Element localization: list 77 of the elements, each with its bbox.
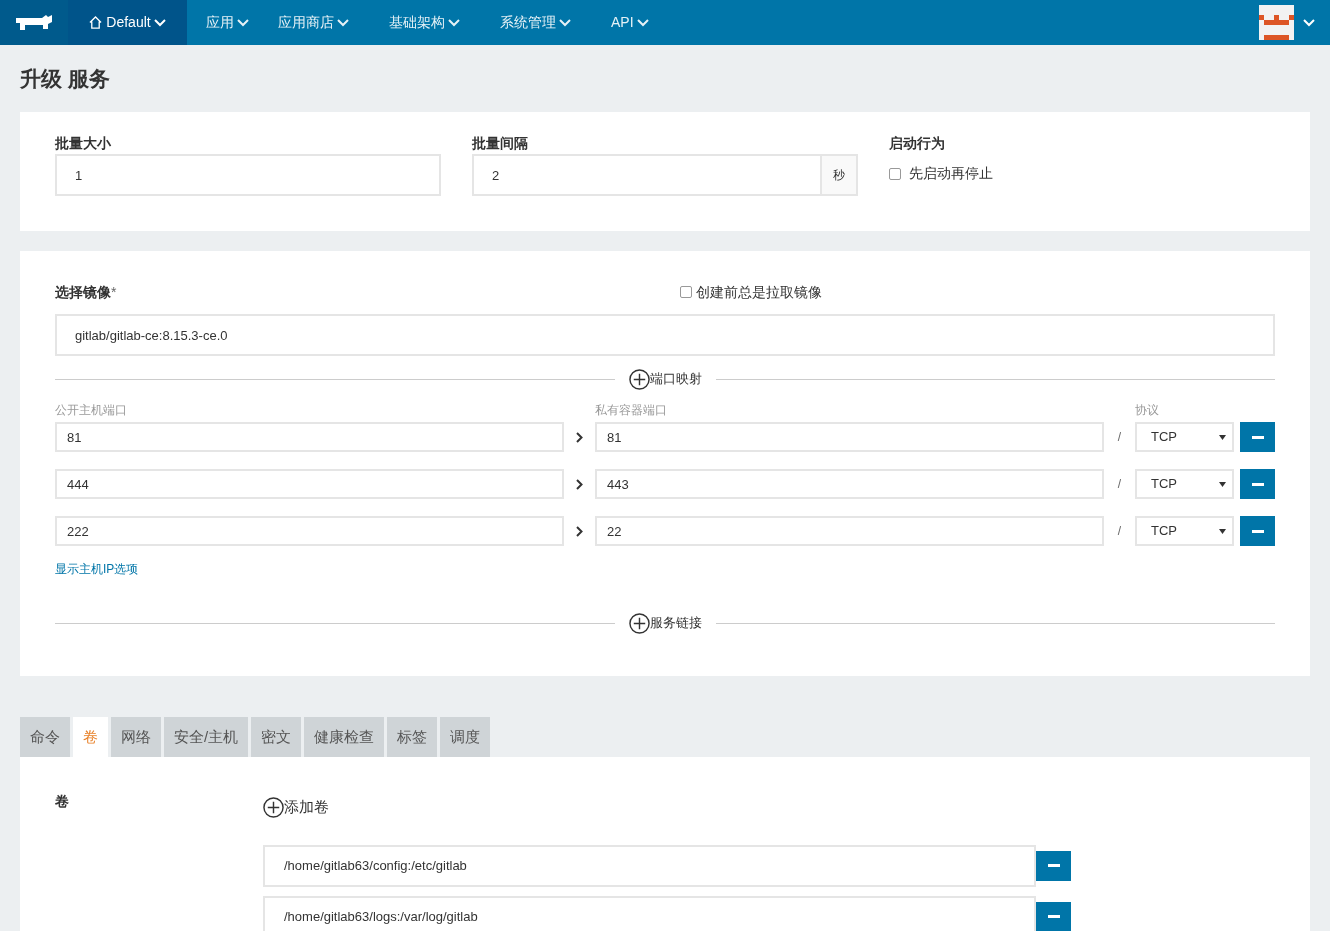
field-label: 选择镜像* xyxy=(55,283,117,300)
checkbox-label: 先启动再停止 xyxy=(909,164,993,183)
chevron-down-icon xyxy=(1303,18,1315,27)
nav-menu-item[interactable]: API xyxy=(611,12,649,33)
host-ip-options-link[interactable]: 显示主机IP选项 xyxy=(55,560,139,578)
nav-menu-item[interactable]: 系统管理 xyxy=(500,12,571,33)
minus-icon xyxy=(1251,529,1264,533)
remove-button[interactable] xyxy=(1240,516,1275,546)
tab[interactable]: 标签 xyxy=(387,717,438,757)
minus-icon xyxy=(1047,915,1060,918)
logo-icon[interactable] xyxy=(0,0,68,45)
tab[interactable]: 安全/主机 xyxy=(164,717,249,757)
column-header: 协议 xyxy=(1135,402,1159,417)
nav-menu-item[interactable]: 基础架构 xyxy=(389,12,460,33)
add-section-button[interactable]: 端口映射 xyxy=(628,368,702,390)
separator-text: / xyxy=(1116,523,1123,540)
avatar-icon[interactable] xyxy=(1259,5,1294,40)
chevron-down-icon xyxy=(448,18,460,27)
tab[interactable]: 网络 xyxy=(111,717,161,757)
tab[interactable]: 命令 xyxy=(20,717,70,757)
page-title: 升级 服务 xyxy=(20,65,111,92)
minus-icon xyxy=(1047,864,1060,867)
section-label: 卷 xyxy=(55,792,70,811)
tab[interactable]: 健康检查 xyxy=(304,717,385,757)
public-port-input[interactable]: 222 xyxy=(55,516,564,546)
environment-menu[interactable]: Default xyxy=(68,0,187,45)
checkbox[interactable] xyxy=(889,167,901,180)
chevron-down-icon xyxy=(636,18,649,27)
add-volume-button[interactable]: 添加卷 xyxy=(263,796,329,819)
add-section-button[interactable]: 服务链接 xyxy=(628,612,702,634)
chevron-right-icon xyxy=(576,525,583,537)
checkbox[interactable] xyxy=(680,286,692,298)
column-header: 公开主机端口 xyxy=(55,402,128,417)
chevron-down-icon xyxy=(337,18,349,27)
private-port-input[interactable]: 22 xyxy=(595,516,1104,546)
column-header: 私有容器端口 xyxy=(595,402,668,417)
separator-text: / xyxy=(1116,476,1123,493)
chevron-down-icon xyxy=(559,18,571,27)
field-label: 启动行为 xyxy=(889,134,946,153)
dropdown-caret-icon xyxy=(1219,528,1226,534)
image-input[interactable]: gitlab/gitlab-ce:8.15.3-ce.0 xyxy=(55,314,1275,356)
chevron-right-icon xyxy=(576,478,583,490)
separator-text: / xyxy=(1116,429,1123,446)
checkbox-label: 创建前总是拉取镜像 xyxy=(696,282,822,302)
volume-input[interactable]: /home/gitlab63/logs:/var/log/gitlab xyxy=(263,895,1036,931)
plus-circle-icon xyxy=(628,612,650,634)
remove-button[interactable] xyxy=(1240,422,1275,452)
private-port-input[interactable]: 443 xyxy=(595,469,1104,499)
home-icon xyxy=(89,16,103,29)
minus-icon xyxy=(1251,482,1264,486)
remove-button[interactable] xyxy=(1240,469,1275,499)
plus-circle-icon xyxy=(263,796,284,818)
chevron-down-icon xyxy=(237,18,249,27)
batch-interval-input[interactable]: 2 xyxy=(472,154,822,196)
field-label: 批量间隔 xyxy=(472,134,529,153)
remove-button[interactable] xyxy=(1036,901,1071,931)
dropdown-caret-icon xyxy=(1219,434,1226,440)
nav-menu-item[interactable]: 应用商店 xyxy=(278,12,349,33)
private-port-input[interactable]: 81 xyxy=(595,422,1104,452)
public-port-input[interactable]: 81 xyxy=(55,422,564,452)
field-label: 批量大小 xyxy=(55,134,112,153)
volume-input[interactable]: /home/gitlab63/config:/etc/gitlab xyxy=(263,844,1036,887)
protocol-select[interactable]: TCP xyxy=(1135,469,1234,499)
dropdown-caret-icon xyxy=(1219,481,1226,487)
chevron-down-icon xyxy=(153,18,166,27)
plus-circle-icon xyxy=(628,368,650,390)
tab[interactable]: 调度 xyxy=(440,717,491,757)
batch-size-input[interactable]: 1 xyxy=(55,154,441,196)
chevron-right-icon xyxy=(576,431,583,443)
tab[interactable]: 密文 xyxy=(251,717,302,757)
protocol-select[interactable]: TCP xyxy=(1135,422,1234,452)
minus-icon xyxy=(1251,435,1264,439)
protocol-select[interactable]: TCP xyxy=(1135,516,1234,546)
nav-menu-item[interactable]: 应用 xyxy=(206,12,249,33)
public-port-input[interactable]: 444 xyxy=(55,469,564,499)
unit-addon: 秒 xyxy=(822,154,858,196)
remove-button[interactable] xyxy=(1036,850,1071,881)
